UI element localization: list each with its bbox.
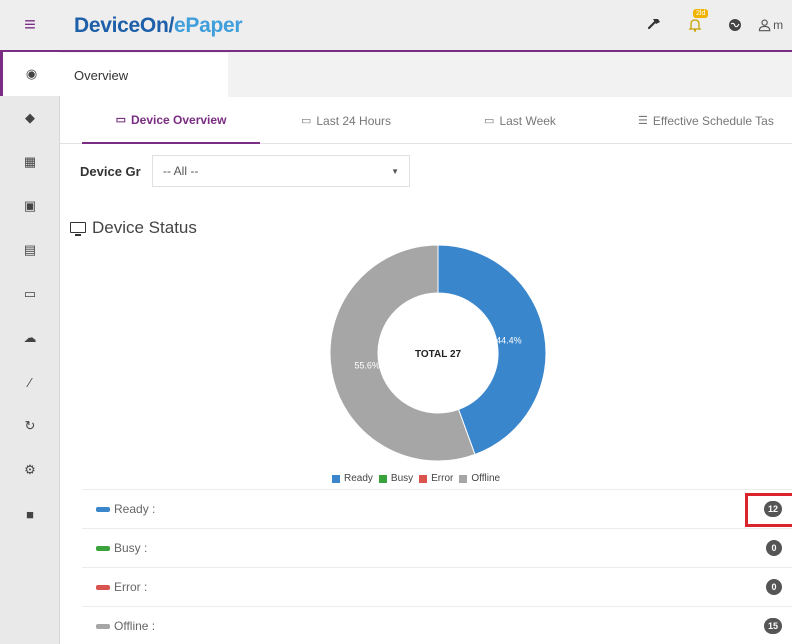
tab-label: Last Week	[499, 113, 556, 128]
legend-label: Ready	[344, 473, 373, 484]
status-row-offline: Offline : 15	[82, 606, 792, 644]
legend-item-busy[interactable]: Busy	[378, 473, 414, 484]
overview-icon: ◉	[25, 66, 38, 81]
device-group-label: Device Gr	[80, 163, 141, 179]
status-label: Busy :	[114, 541, 148, 555]
app-window: ≡ DeviceOn/ePaper 2ld m ◉ ◆ ▦ ▣ ▤ ▭ ☁ ∕ …	[0, 0, 792, 644]
sidebar-item-cloud[interactable]: ☁	[0, 316, 60, 360]
sidebar-item-overview[interactable]: ◉	[0, 52, 60, 96]
gears-icon: ⚙	[24, 462, 36, 477]
notification-badge: 2ld	[693, 9, 709, 18]
user-name: m	[773, 18, 784, 32]
book-icon: ■	[26, 506, 34, 522]
device-group-select[interactable]: -- All -- ▼	[152, 155, 410, 187]
legend-swatch	[459, 474, 468, 483]
status-color-bar	[96, 623, 110, 629]
device-status-list: Ready :12 Busy : 0 Error : 0 Offline : 15	[82, 489, 792, 644]
status-count-badge[interactable]: 15	[763, 618, 782, 634]
device-status-heading: Device Status	[70, 218, 197, 238]
status-row-error: Error : 0	[82, 567, 792, 606]
main-content: ▭ Device Overview ▭ Last 24 Hours ▭ Last…	[60, 97, 792, 644]
legend-label: Busy	[390, 473, 414, 484]
device-group-value: -- All --	[163, 164, 199, 178]
legend-label: Error	[431, 473, 454, 484]
laptop-icon: ▭	[115, 114, 126, 126]
tab-label: Device Overview	[131, 112, 227, 127]
id-card-icon: ▤	[23, 242, 37, 257]
sidebar-item-sync[interactable]: ↻	[0, 404, 60, 448]
overview-tabs: ▭ Device Overview ▭ Last 24 Hours ▭ Last…	[60, 97, 792, 144]
wrench-icon: ∕	[28, 374, 32, 390]
legend-label: Offline	[471, 473, 501, 484]
status-count-badge[interactable]: 0	[766, 540, 782, 556]
tab-effective-schedule[interactable]: ☰ Effective Schedule Tas	[638, 97, 792, 144]
brand-logo[interactable]: DeviceOn/ePaper	[74, 14, 243, 38]
cloud-icon: ☁	[23, 330, 37, 345]
brand-accent: ePaper	[174, 14, 243, 37]
tag-icon: ◆	[25, 110, 35, 125]
tab-last-24-hours[interactable]: ▭ Last 24 Hours	[268, 97, 424, 144]
tab-label: Last 24 Hours	[316, 113, 392, 128]
status-count-badge[interactable]: 0	[766, 579, 782, 595]
legend-swatch	[378, 474, 387, 483]
sidebar: ◉ ◆ ▦ ▣ ▤ ▭ ☁ ∕ ↻ ⚙ ■	[0, 52, 60, 644]
legend-swatch	[332, 474, 340, 483]
laptop-icon: ▭	[484, 115, 495, 127]
page-tab-overview[interactable]: Overview	[60, 53, 228, 97]
status-row-ready: Ready :12	[82, 489, 792, 528]
device-status-donut-chart: TOTAL 27 44.4% 55.6%	[329, 244, 547, 462]
status-color-bar	[96, 506, 110, 512]
legend-item-error[interactable]: Error	[419, 473, 453, 484]
sidebar-item-card[interactable]: ▤	[0, 228, 60, 272]
tab-last-week[interactable]: ▭ Last Week	[456, 97, 584, 144]
monitor-icon	[70, 221, 86, 236]
donut-slice-label-offline: 55.6%	[354, 361, 380, 371]
chart-legend: Ready Busy Error Offline	[332, 473, 506, 484]
status-label: Offline :	[114, 619, 156, 633]
sidebar-item-tools[interactable]: ∕	[0, 360, 60, 404]
legend-item-ready[interactable]: Ready	[332, 473, 373, 484]
sync-icon: ↻	[24, 418, 36, 433]
monitor-icon: ▭	[23, 286, 37, 301]
grid-icon: ▦	[23, 154, 37, 169]
globe-icon[interactable]	[718, 8, 752, 42]
sidebar-item-grid[interactable]: ▦	[0, 140, 60, 184]
status-color-bar	[96, 584, 110, 590]
tab-label: Effective Schedule Tas	[652, 113, 774, 128]
highlight-box	[745, 493, 792, 527]
chart-total-label: TOTAL 27	[415, 349, 462, 360]
top-icons: 2ld m	[632, 0, 792, 50]
image-icon: ▣	[23, 198, 37, 213]
donut-slice-label-ready: 44.4%	[496, 335, 522, 345]
user-icon[interactable]: m	[758, 8, 792, 42]
sidebar-item-image[interactable]: ▣	[0, 184, 60, 228]
legend-item-offline[interactable]: Offline	[459, 473, 500, 484]
legend-swatch	[419, 474, 428, 483]
tab-device-overview[interactable]: ▭ Device Overview	[82, 97, 260, 144]
hammer-icon[interactable]	[638, 8, 672, 42]
laptop-icon: ▭	[300, 115, 312, 127]
status-label: Ready :	[114, 502, 156, 516]
sidebar-item-devices[interactable]: ▭	[0, 272, 60, 316]
top-bar: ≡ DeviceOn/ePaper 2ld m	[0, 0, 792, 52]
device-group-filter: Device Gr -- All -- ▼	[80, 155, 410, 187]
status-color-bar	[96, 545, 110, 551]
caret-down-icon: ▼	[391, 166, 399, 176]
status-row-busy: Busy : 0	[82, 528, 792, 567]
sidebar-item-tags[interactable]: ◆	[0, 96, 60, 140]
bell-icon[interactable]: 2ld	[678, 8, 712, 42]
sidebar-item-book[interactable]: ■	[0, 492, 60, 536]
menu-icon[interactable]: ≡	[0, 0, 60, 50]
brand-main: DeviceOn/	[74, 14, 175, 37]
list-icon: ☰	[638, 115, 648, 127]
sidebar-item-settings[interactable]: ⚙	[0, 448, 60, 492]
device-status-title: Device Status	[92, 218, 197, 237]
status-label: Error :	[114, 580, 148, 594]
